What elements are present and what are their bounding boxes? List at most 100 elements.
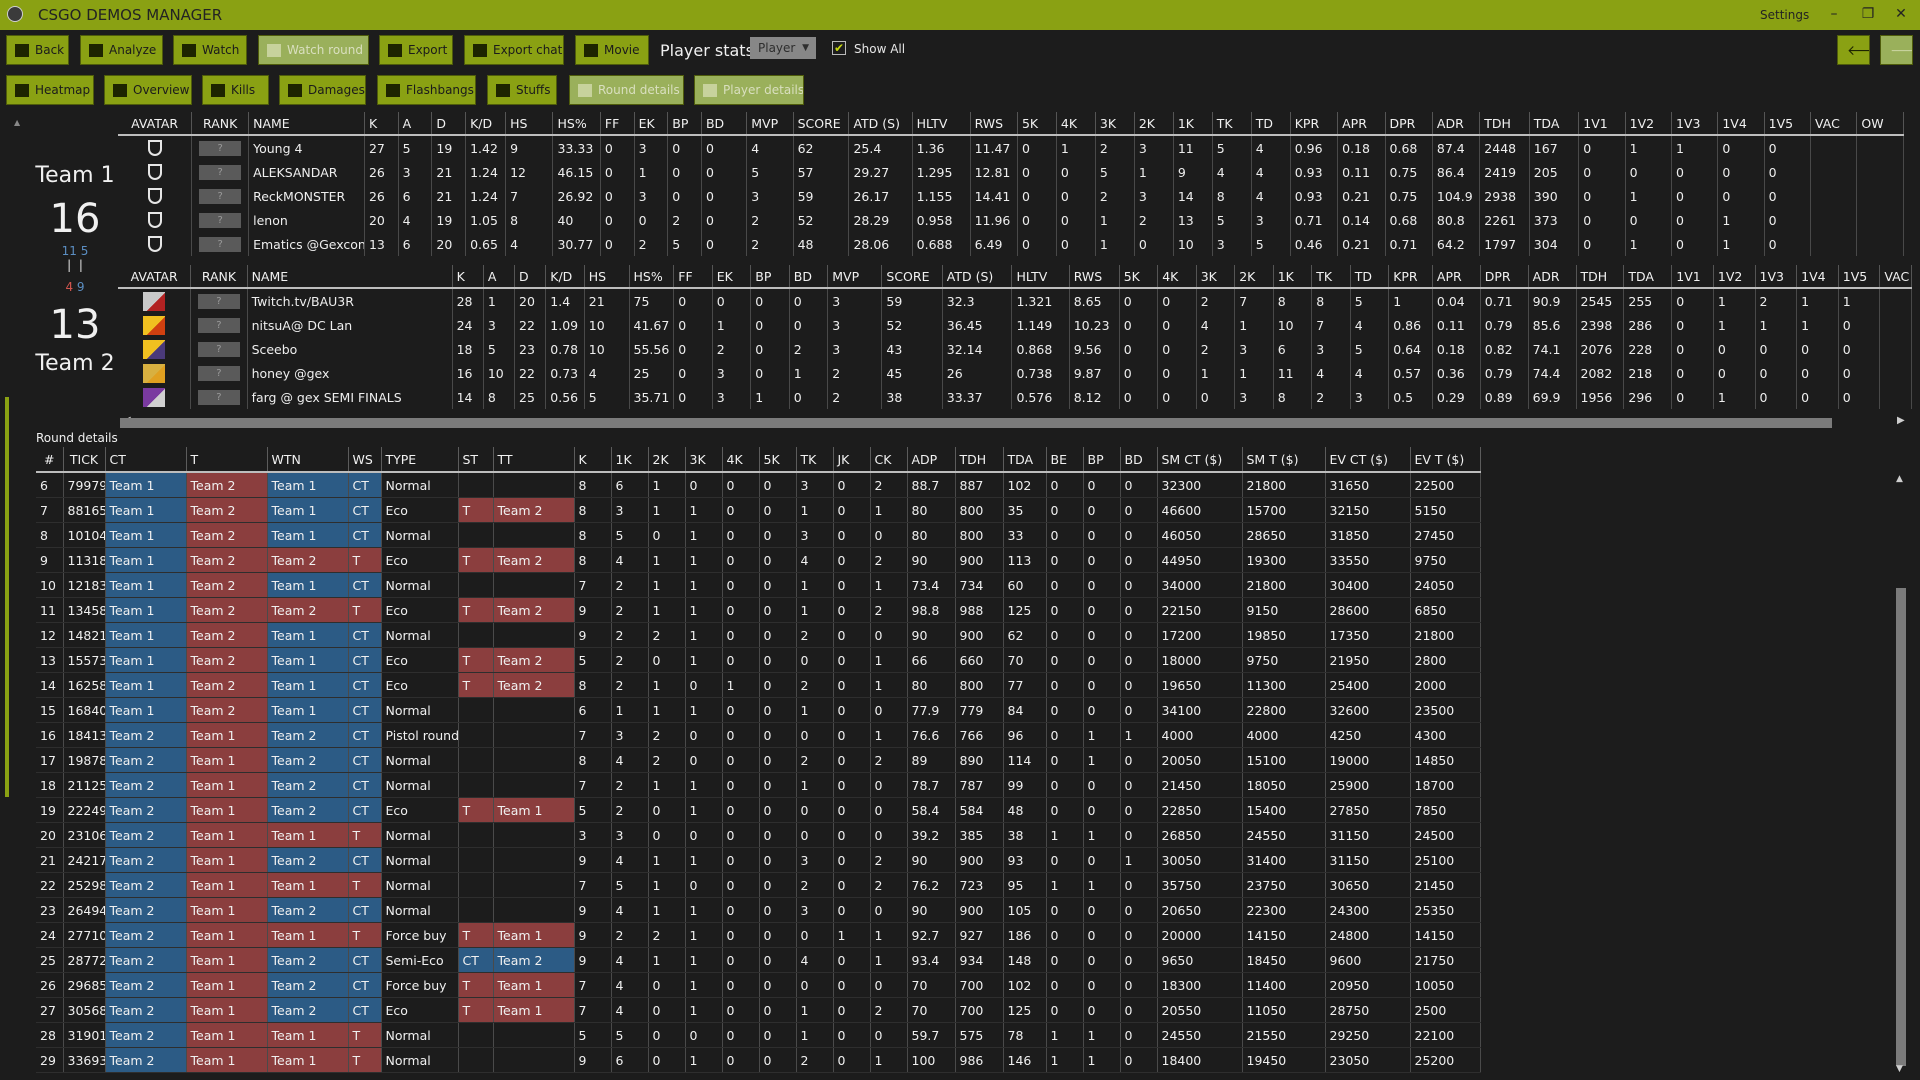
column-header[interactable]: VAC	[1879, 265, 1912, 288]
column-header[interactable]: 1V3	[1755, 265, 1798, 288]
column-header[interactable]: K	[574, 447, 612, 472]
stuffs-button[interactable]: Stuffs	[487, 75, 557, 105]
round-row[interactable]: 7 88165 Team 1 Team 2 Team 1 CT Eco T Team 28311…	[36, 497, 1481, 523]
column-header[interactable]: VAC	[1810, 112, 1858, 135]
round-row[interactable]: 15168405Team 1Team 2Team 1CTNormal611100…	[36, 697, 1481, 723]
player-row[interactable]: ? nitsuA@ DC Lan 24 3 22 1.09 10 41.67 0 1 0 0 3 52 36…	[118, 313, 1912, 337]
watch-button[interactable]: Watch	[173, 35, 247, 65]
flashbangs-button[interactable]: Flashbangs	[377, 75, 476, 105]
column-header[interactable]: HS	[505, 112, 554, 135]
round-row[interactable]: 24277107Team 2Team 1Team 1TForce buyTTea…	[36, 922, 1481, 948]
round-row[interactable]: 17198783Team 2Team 1Team 2CTNormal842000…	[36, 747, 1481, 773]
column-header[interactable]: SM T ($)	[1242, 447, 1326, 472]
column-header[interactable]: 1V4	[1717, 112, 1765, 135]
column-header[interactable]: A	[398, 112, 433, 135]
column-header[interactable]: 1V5	[1838, 265, 1881, 288]
column-header[interactable]: T	[186, 447, 268, 472]
column-header[interactable]: RANK	[190, 265, 248, 288]
column-header[interactable]: ADR	[1432, 112, 1481, 135]
round-row[interactable]: 21242173Team 2Team 1Team 2CTNormal941100…	[36, 847, 1481, 873]
column-header[interactable]: K/D	[465, 112, 507, 135]
column-header[interactable]: CT	[105, 447, 187, 472]
column-header[interactable]: JK	[833, 447, 871, 472]
column-header[interactable]: RWS	[1069, 265, 1120, 288]
column-header[interactable]: 1V3	[1671, 112, 1719, 135]
damages-button[interactable]: Damages	[279, 75, 366, 105]
column-header[interactable]: RANK	[191, 112, 250, 135]
column-header[interactable]: 1V2	[1713, 265, 1756, 288]
column-header[interactable]: 1K	[611, 447, 649, 472]
column-header[interactable]: NAME	[247, 265, 453, 288]
column-header[interactable]: ADP	[907, 447, 956, 472]
round-row[interactable]: 22252985Team 2Team 1Team 1TNormal7510002…	[36, 872, 1481, 898]
column-header[interactable]: HLTV	[912, 112, 971, 135]
column-header[interactable]: BD	[1120, 447, 1158, 472]
heatmap-button[interactable]: Heatmap	[6, 75, 94, 105]
column-header[interactable]: 2K	[648, 447, 686, 472]
player-row[interactable]: ? honey @gex 16 10 22 0.73 4 25 0 3 0 1 2 45 26 0.738 9.…	[118, 361, 1912, 385]
column-header[interactable]: WS	[348, 447, 382, 472]
player-row[interactable]: ? Young 4 27 5 19 1.42 9 33.33 0 3 0 0 4 62 25.4 1.36 11…	[118, 135, 1904, 160]
next-demo-button[interactable]: 🡒	[1880, 35, 1913, 65]
column-header[interactable]: K/D	[545, 265, 585, 288]
round-details-button[interactable]: Round details	[569, 75, 684, 105]
column-header[interactable]: AVATAR	[118, 112, 193, 135]
column-header[interactable]: SCORE	[793, 112, 850, 135]
player-details-button[interactable]: Player details	[694, 75, 804, 105]
column-header[interactable]: 4K	[722, 447, 760, 472]
column-header[interactable]: TDH	[1479, 112, 1530, 135]
column-header[interactable]: ATD (S)	[942, 265, 1013, 288]
column-header[interactable]: TD	[1350, 265, 1390, 288]
column-header[interactable]: D	[431, 112, 467, 135]
close-icon[interactable]: ✕	[1890, 4, 1912, 24]
export-chat-button[interactable]: Export chat	[464, 35, 564, 65]
round-row[interactable]: 9113183Team 1Team 2Team 2TEcoTTeam 28411…	[36, 547, 1481, 573]
round-row[interactable]: 18211252Team 2Team 1Team 2CTNormal721100…	[36, 772, 1481, 798]
player-row[interactable]: ? farg @ gex SEMI FINALS 14 8 25 0.56 5 35.71 0 3…	[118, 385, 1912, 409]
round-row[interactable]: 11134587Team 1Team 2Team 2TEcoTTeam 2921…	[36, 597, 1481, 623]
column-header[interactable]: HLTV	[1011, 265, 1070, 288]
column-header[interactable]: TD	[1251, 112, 1291, 135]
round-row[interactable]: 6 79979 Team 1 Team 2 Team 1 CT Normal 8 6 1 0 0 0 3 0…	[36, 472, 1481, 498]
scroll-right-icon[interactable]: ▶	[1897, 415, 1905, 426]
settings-link[interactable]: Settings	[1760, 8, 1809, 22]
kills-button[interactable]: Kills	[202, 75, 269, 105]
column-header[interactable]: K	[364, 112, 399, 135]
column-header[interactable]: TT	[493, 447, 575, 472]
column-header[interactable]: KPR	[1388, 265, 1433, 288]
round-row[interactable]: 25287723Team 2Team 1Team 2CTSemi-EcoCTTe…	[36, 947, 1481, 973]
column-header[interactable]: BE	[1046, 447, 1084, 472]
column-header[interactable]: 3K	[1196, 265, 1236, 288]
round-row[interactable]: 20231068Team 2Team 1Team 1TNormal3300000…	[36, 822, 1481, 848]
column-header[interactable]: SM CT ($)	[1157, 447, 1243, 472]
column-header[interactable]: TDA	[1623, 265, 1673, 288]
movie-button[interactable]: Movie	[575, 35, 649, 65]
column-header[interactable]: K	[452, 265, 484, 288]
round-row[interactable]: 29336930Team 2Team 1Team 1TNormal9601002…	[36, 1047, 1481, 1073]
column-header[interactable]: 1V1	[1578, 112, 1626, 135]
column-header[interactable]: #	[36, 447, 64, 472]
player-row[interactable]: ? Sceebo 18 5 23 0.78 10 55.56 0 2 0 2 3 43 32.14 0.868…	[118, 337, 1912, 361]
column-header[interactable]: MVP	[827, 265, 883, 288]
column-header[interactable]: NAME	[248, 112, 365, 135]
column-header[interactable]: MVP	[746, 112, 794, 135]
column-header[interactable]: FF	[673, 265, 713, 288]
player-row[interactable]: ? Twitch.tv/BAU3R 28 1 20 1.4 21 75 0 0 0 0 3 59 32.3 1…	[118, 288, 1912, 313]
round-row[interactable]: 19222499Team 2Team 1Team 2CTEcoTTeam 152…	[36, 797, 1481, 823]
round-row[interactable]: 10121831Team 1Team 2Team 1CTNormal721100…	[36, 572, 1481, 598]
column-header[interactable]: APR	[1337, 112, 1386, 135]
column-header[interactable]: 5K	[1017, 112, 1057, 135]
column-header[interactable]: 1V1	[1671, 265, 1714, 288]
column-header[interactable]: 3K	[685, 447, 723, 472]
column-header[interactable]: DPR	[1385, 112, 1433, 135]
column-header[interactable]: 1V2	[1625, 112, 1672, 135]
column-header[interactable]: BP	[750, 265, 790, 288]
scroll-up-icon[interactable]: ▲	[1896, 474, 1903, 484]
column-header[interactable]: EV T ($)	[1410, 447, 1481, 472]
horizontal-scrollbar[interactable]	[120, 418, 1832, 428]
column-header[interactable]: TDA	[1003, 447, 1047, 472]
round-row[interactable]: 8101048Team 1Team 2Team 1CTNormal8501003…	[36, 522, 1481, 548]
column-header[interactable]: TK	[1311, 265, 1351, 288]
column-header[interactable]: 1K	[1173, 112, 1213, 135]
column-header[interactable]: 3K	[1095, 112, 1135, 135]
